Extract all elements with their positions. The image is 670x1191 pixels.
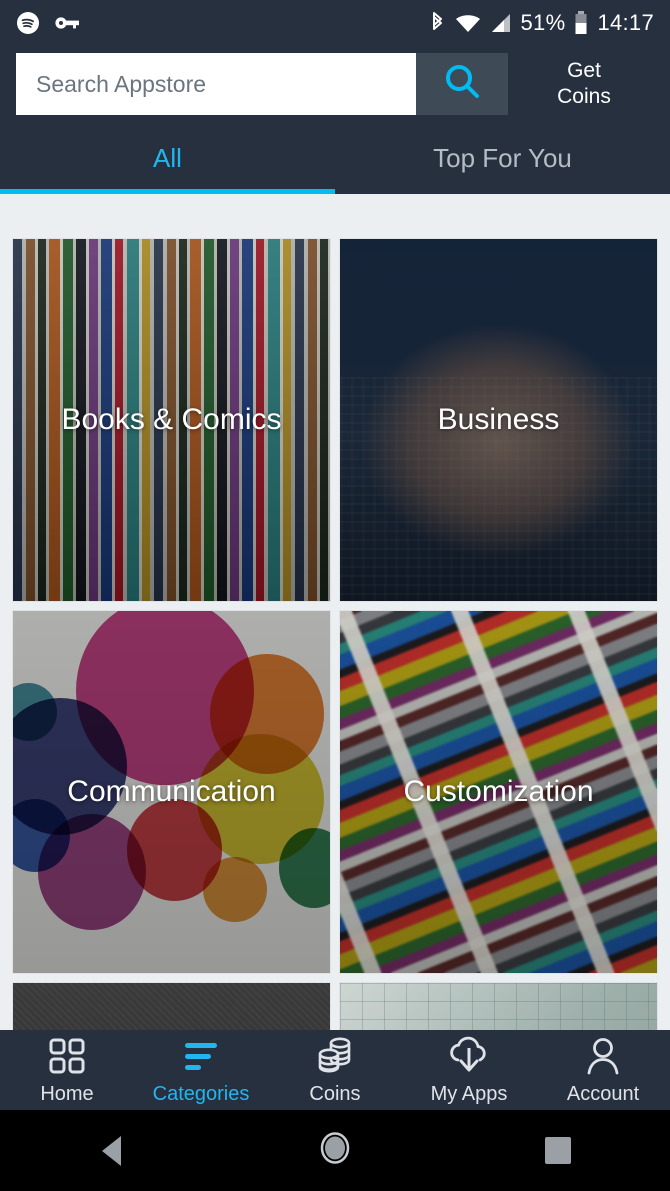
- category-tile-business[interactable]: Business: [339, 238, 658, 602]
- nav-label: My Apps: [430, 1083, 508, 1105]
- category-label: Communication: [67, 775, 276, 808]
- tab-bar: All Top For You: [0, 122, 670, 194]
- tab-all[interactable]: All: [0, 122, 335, 194]
- nav-item-categories[interactable]: Categories: [134, 1035, 268, 1105]
- speech-bubble: [279, 828, 330, 908]
- bluetooth-icon: [429, 11, 446, 35]
- status-bar-right-icons: 51% 14:17: [429, 10, 655, 36]
- bottom-navigation: Home Categories Coins My Apps Account: [0, 1030, 670, 1110]
- android-system-nav: [0, 1110, 670, 1191]
- search-input[interactable]: [36, 53, 416, 115]
- cloud-download-icon: [446, 1035, 492, 1077]
- speech-bubble: [13, 683, 58, 742]
- grid-squares-icon: [46, 1035, 88, 1077]
- category-label: Customization: [403, 775, 594, 808]
- person-icon: [582, 1035, 624, 1077]
- battery-percent-label: 51%: [520, 10, 566, 35]
- nav-item-account[interactable]: Account: [536, 1035, 670, 1105]
- category-label: Books & Comics: [61, 403, 282, 436]
- home-button[interactable]: [275, 1128, 395, 1173]
- search-field-wrapper[interactable]: [16, 53, 416, 115]
- back-button[interactable]: [52, 1135, 172, 1166]
- app-header: Get Coins All Top For You: [0, 46, 670, 194]
- triangle-back-icon: [102, 1135, 122, 1166]
- speech-bubble: [209, 654, 324, 774]
- search-row: Get Coins: [0, 46, 670, 122]
- nav-label: Home: [40, 1083, 94, 1105]
- category-tile-books-comics[interactable]: Books & Comics: [12, 238, 331, 602]
- category-tile-customization[interactable]: Customization: [339, 610, 658, 974]
- nav-item-coins[interactable]: Coins: [268, 1035, 402, 1105]
- category-art-row3-right: [340, 983, 657, 1030]
- category-tile-row3-left[interactable]: [12, 982, 331, 1030]
- speech-bubble: [13, 697, 128, 836]
- tab-top-for-you[interactable]: Top For You: [335, 122, 670, 194]
- get-coins-button[interactable]: Get Coins: [508, 58, 654, 110]
- status-bar-left-icons: [16, 11, 80, 35]
- nav-item-my-apps[interactable]: My Apps: [402, 1035, 536, 1105]
- circle-home-icon: [315, 1128, 355, 1173]
- category-grid: Books & Comics Business Communication Cu…: [0, 230, 670, 1030]
- speech-bubble: [203, 857, 267, 923]
- spotify-icon: [16, 11, 40, 35]
- battery-icon: [574, 11, 588, 35]
- nav-label: Coins: [309, 1083, 361, 1105]
- coin-stack-icon: [313, 1035, 357, 1077]
- category-art-row3-left: [13, 983, 330, 1030]
- search-icon: [440, 60, 484, 109]
- recents-button[interactable]: [498, 1137, 618, 1164]
- category-tile-row3-right[interactable]: [339, 982, 658, 1030]
- speech-bubble: [38, 813, 147, 930]
- speech-bubble: [127, 799, 223, 901]
- search-button[interactable]: [416, 53, 508, 115]
- tab-active-underline: [0, 189, 335, 194]
- nav-label: Categories: [152, 1083, 250, 1105]
- speech-bubble: [76, 611, 254, 785]
- vpn-key-icon: [54, 12, 80, 34]
- list-bars-icon: [180, 1035, 222, 1077]
- clock-label: 14:17: [597, 10, 654, 35]
- square-recents-icon: [545, 1137, 572, 1164]
- get-coins-label-line1: Get: [567, 59, 601, 82]
- wifi-icon: [455, 12, 481, 34]
- app-screen: 51% 14:17 Get Coins: [0, 0, 670, 1191]
- status-bar: 51% 14:17: [0, 0, 670, 46]
- category-label: Business: [437, 403, 560, 436]
- speech-bubble: [13, 799, 71, 872]
- cellular-signal-icon: [490, 12, 512, 34]
- get-coins-label-line2: Coins: [557, 85, 611, 108]
- category-tile-communication[interactable]: Communication: [12, 610, 331, 974]
- nav-label: Account: [566, 1083, 640, 1105]
- nav-item-home[interactable]: Home: [0, 1035, 134, 1105]
